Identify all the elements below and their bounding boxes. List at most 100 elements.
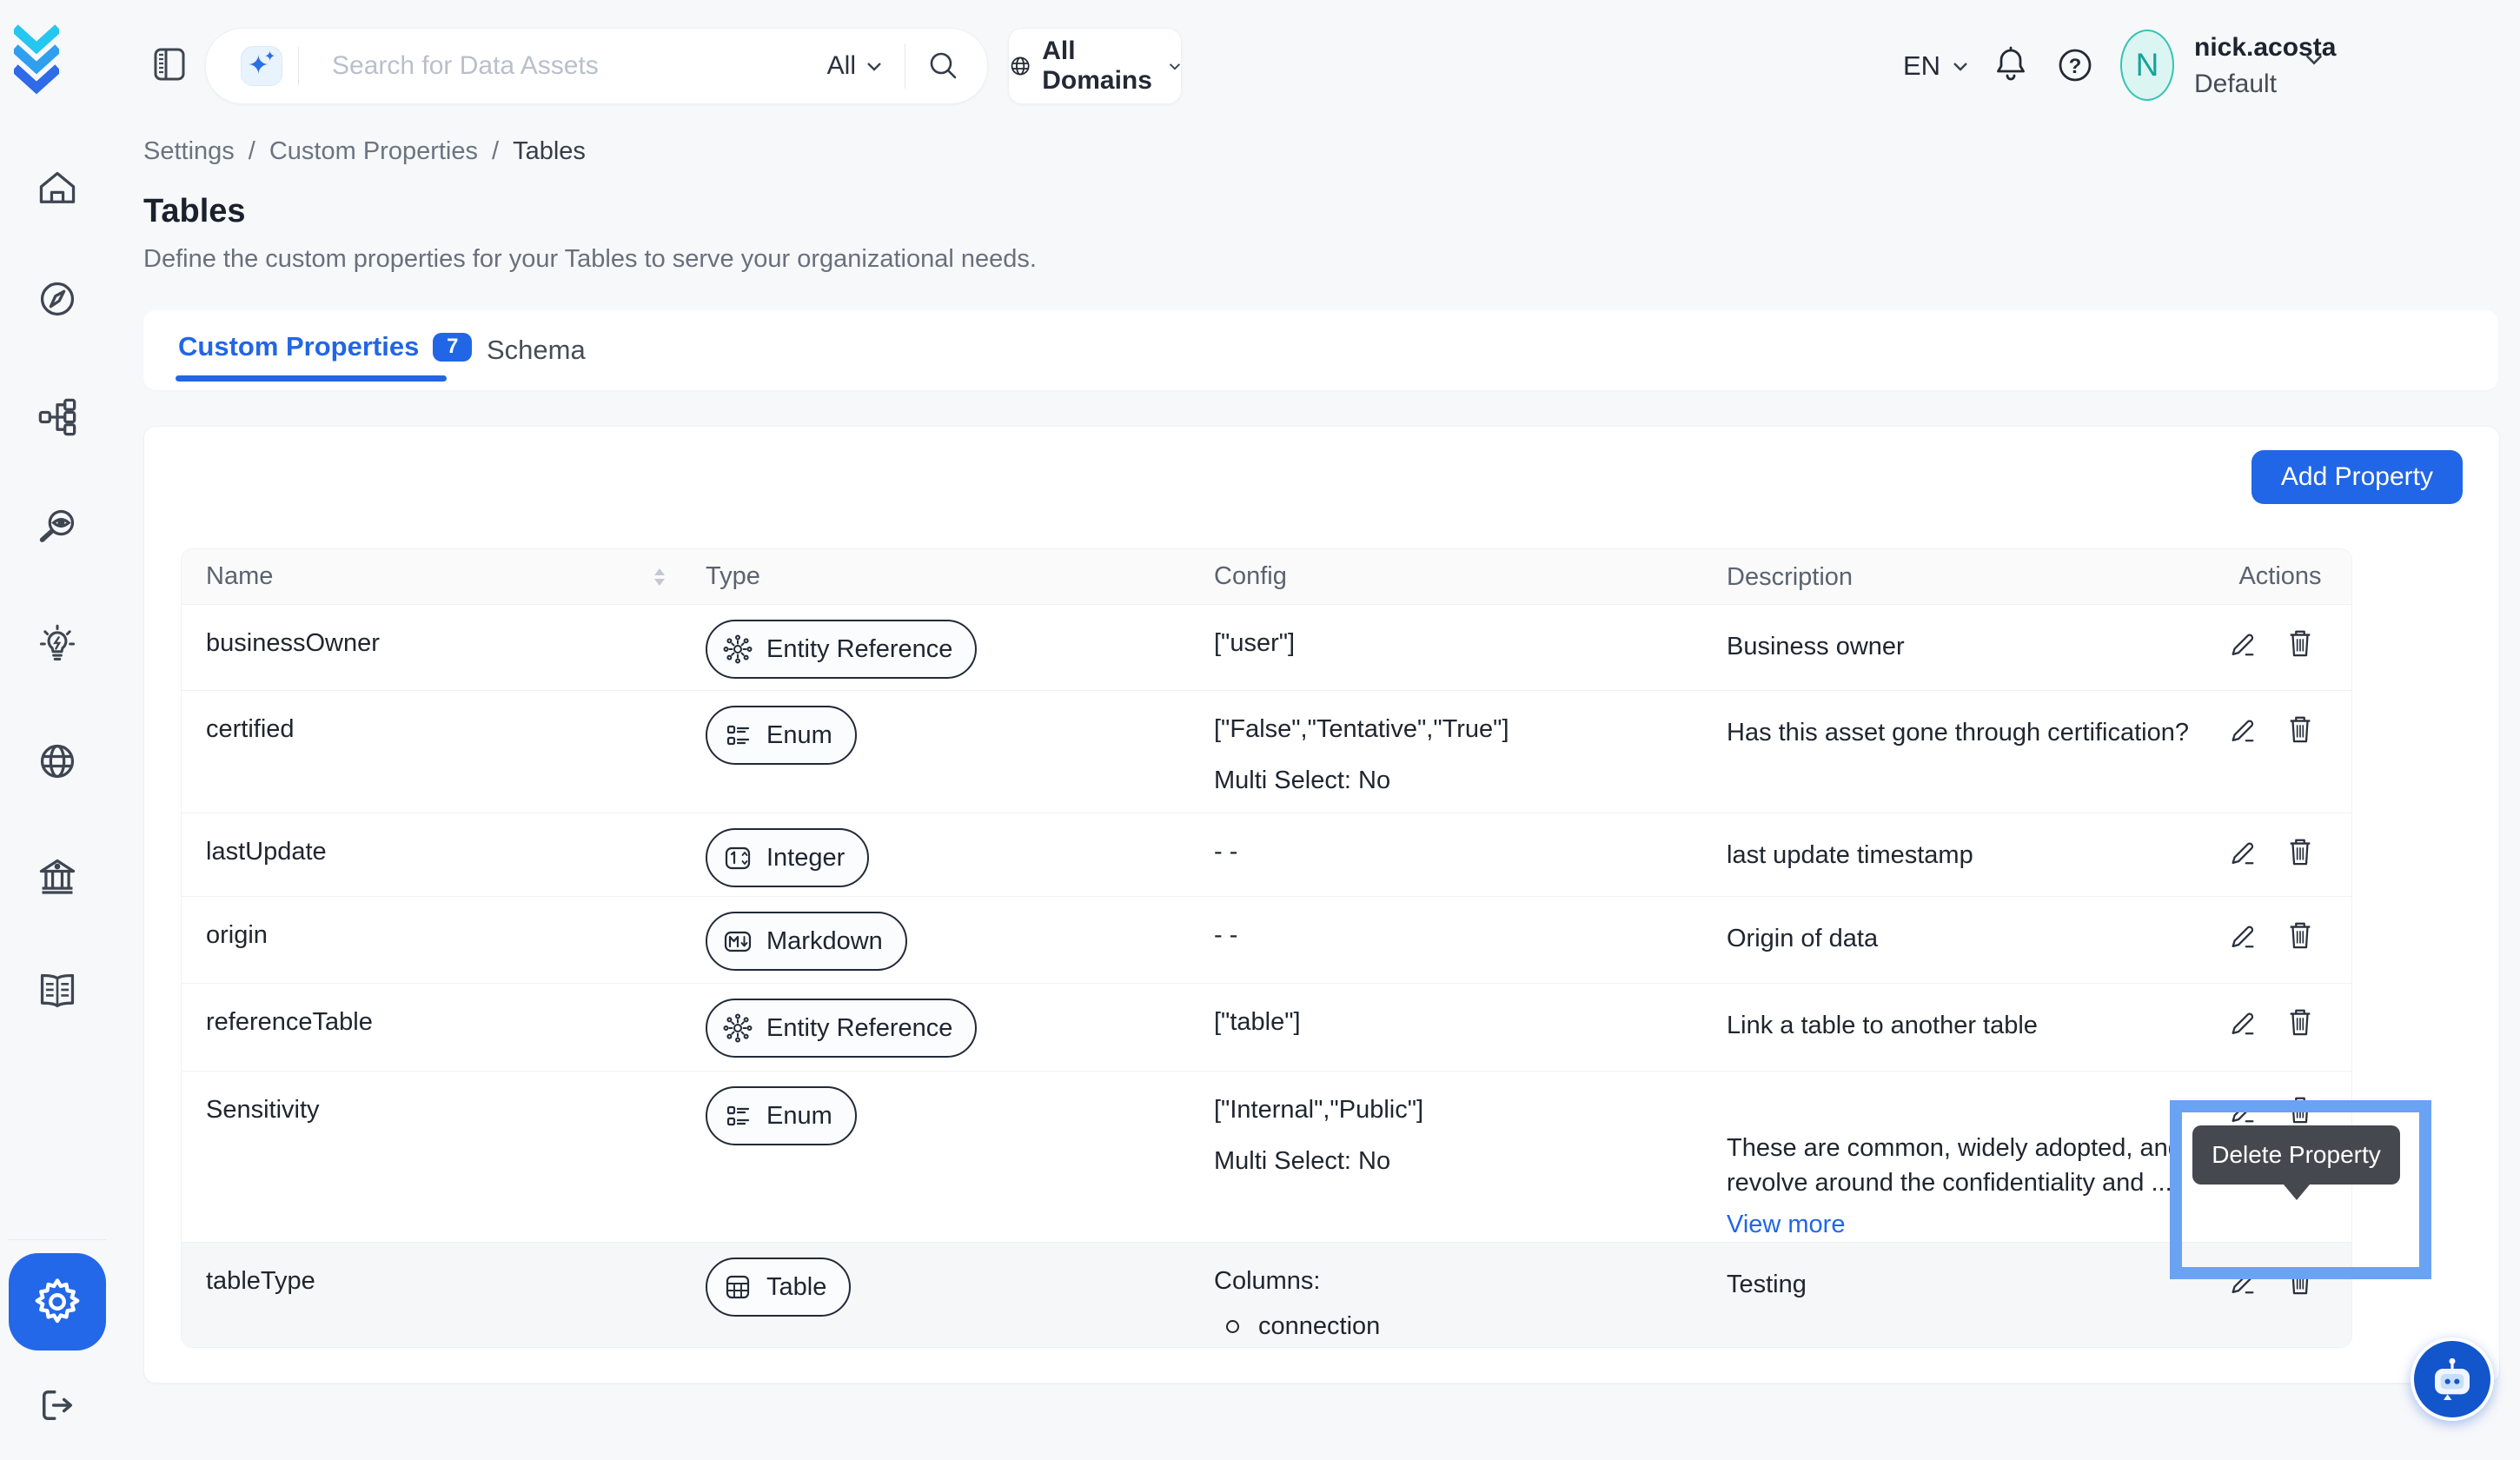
- table-type-icon: [721, 1271, 754, 1304]
- property-config: ["table"]: [1197, 984, 1709, 1071]
- property-actions: [2209, 691, 2351, 813]
- delete-icon[interactable]: [2285, 713, 2315, 813]
- property-config: Columns: connection type: [1197, 1243, 1709, 1348]
- user-menu-chevron-icon[interactable]: [2304, 54, 2324, 65]
- property-actions: [2209, 897, 2351, 983]
- lineage-icon[interactable]: [36, 396, 78, 438]
- property-description: last update timestamp: [1709, 813, 2209, 896]
- property-type-cell: Table: [688, 1243, 1197, 1348]
- column-header-name[interactable]: Name: [182, 562, 688, 591]
- global-search-bar[interactable]: ✦✦ Search for Data Assets All: [205, 28, 988, 104]
- ai-sparkles-icon[interactable]: ✦✦: [241, 46, 282, 86]
- tab-custom-properties[interactable]: Custom Properties 7: [178, 331, 472, 362]
- domains-globe-icon[interactable]: [36, 740, 78, 782]
- property-actions: [2209, 984, 2351, 1071]
- property-description: Has this asset gone through certificatio…: [1709, 691, 2209, 813]
- language-dropdown[interactable]: EN: [1903, 50, 1968, 82]
- sidebar-toggle-icon[interactable]: [153, 47, 186, 82]
- property-type-cell: Integer: [688, 813, 1197, 896]
- property-config: ["Internal","Public"] Multi Select: No: [1197, 1072, 1709, 1242]
- explore-compass-icon[interactable]: [36, 278, 78, 320]
- property-name: businessOwner: [182, 605, 688, 690]
- multi-select-flag: Multi Select: No: [1214, 1147, 1692, 1176]
- edit-icon[interactable]: [2228, 713, 2258, 813]
- search-scope-dropdown[interactable]: All: [827, 51, 882, 81]
- edit-icon[interactable]: [2228, 836, 2258, 896]
- sidebar-divider: [9, 1239, 106, 1240]
- observability-icon[interactable]: [36, 507, 78, 548]
- integer-icon: [721, 841, 754, 874]
- chat-bot-button[interactable]: [2411, 1337, 2494, 1421]
- column-header-type: Type: [688, 562, 1197, 591]
- sidebar-item-settings[interactable]: [9, 1253, 106, 1350]
- property-type-cell: Entity Reference: [688, 984, 1197, 1071]
- governance-bank-icon[interactable]: [36, 856, 78, 898]
- property-name: referenceTable: [182, 984, 688, 1071]
- help-icon[interactable]: ?: [2056, 46, 2094, 84]
- property-name: tableType: [182, 1243, 688, 1348]
- chevron-down-icon: [1953, 62, 1968, 71]
- edit-icon[interactable]: [2228, 627, 2258, 690]
- property-name: lastUpdate: [182, 813, 688, 896]
- search-input[interactable]: Search for Data Assets: [332, 51, 827, 81]
- property-actions: [2209, 605, 2351, 690]
- table-row: certified Enum ["False","Tentative","Tru…: [182, 690, 2351, 813]
- breadcrumb: Settings / Custom Properties / Tables: [143, 137, 586, 166]
- delete-icon[interactable]: [2285, 627, 2315, 690]
- custom-properties-card: Add Property Name Type Config Descriptio…: [143, 426, 2500, 1384]
- delete-icon[interactable]: [2285, 1006, 2315, 1071]
- home-icon[interactable]: [36, 168, 78, 209]
- property-description: Testing: [1709, 1243, 2209, 1348]
- page-subtitle: Define the custom properties for your Ta…: [143, 245, 1037, 274]
- property-config: ["user"]: [1197, 605, 1709, 690]
- markdown-icon: [721, 925, 754, 958]
- column-header-config: Config: [1197, 562, 1709, 591]
- custom-properties-table: Name Type Config Description Actions bus…: [181, 548, 2352, 1348]
- breadcrumb-separator: /: [249, 137, 255, 166]
- property-type-cell: Markdown: [688, 897, 1197, 983]
- tab-schema[interactable]: Schema: [487, 335, 586, 366]
- search-icon[interactable]: [926, 49, 961, 83]
- search-scope-label: All: [827, 51, 856, 81]
- table-row: businessOwner Entity Reference: [182, 605, 2351, 690]
- sort-icon[interactable]: [653, 568, 666, 586]
- edit-icon[interactable]: [2228, 1006, 2258, 1071]
- delete-icon[interactable]: [2285, 919, 2315, 983]
- table-row: lastUpdate Integer - - last update times…: [182, 813, 2351, 896]
- notifications-bell-icon[interactable]: [1992, 45, 2030, 85]
- chevron-down-icon: [1169, 62, 1181, 71]
- property-actions: [2209, 813, 2351, 896]
- tab-count-badge: 7: [433, 333, 472, 362]
- type-pill: Table: [706, 1258, 851, 1317]
- type-pill: Enum: [706, 1086, 857, 1145]
- enum-icon: [721, 1099, 754, 1132]
- logout-icon[interactable]: [36, 1384, 78, 1426]
- property-name: certified: [182, 691, 688, 813]
- chevron-down-icon: [866, 62, 882, 71]
- property-name: origin: [182, 897, 688, 983]
- user-avatar[interactable]: N: [2120, 30, 2174, 101]
- insights-bulb-icon[interactable]: [36, 623, 78, 665]
- all-domains-label: All Domains: [1042, 36, 1158, 96]
- type-pill: Markdown: [706, 912, 907, 971]
- property-config: - -: [1197, 813, 1709, 896]
- view-more-link[interactable]: View more: [1727, 1207, 1845, 1242]
- active-tab-underline: [176, 375, 447, 382]
- all-domains-dropdown[interactable]: All Domains: [1008, 28, 1182, 104]
- app-logo[interactable]: [14, 24, 59, 97]
- add-property-button[interactable]: Add Property: [2251, 450, 2463, 504]
- left-sidebar: [0, 0, 117, 1460]
- edit-icon[interactable]: [2228, 919, 2258, 983]
- bullet-icon: [1226, 1320, 1239, 1333]
- breadcrumb-tables: Tables: [513, 137, 586, 166]
- type-pill: Integer: [706, 828, 869, 887]
- config-columns-list: connection type: [1214, 1308, 1692, 1348]
- table-row: tableType Table Columns: connection ty: [182, 1242, 2351, 1348]
- delete-icon[interactable]: [2285, 836, 2315, 896]
- breadcrumb-custom-properties[interactable]: Custom Properties: [269, 137, 478, 166]
- gear-icon: [30, 1275, 84, 1329]
- type-pill: Enum: [706, 706, 857, 765]
- breadcrumb-settings[interactable]: Settings: [143, 137, 235, 166]
- svg-text:?: ?: [2069, 55, 2082, 78]
- glossary-book-icon[interactable]: [36, 970, 78, 1012]
